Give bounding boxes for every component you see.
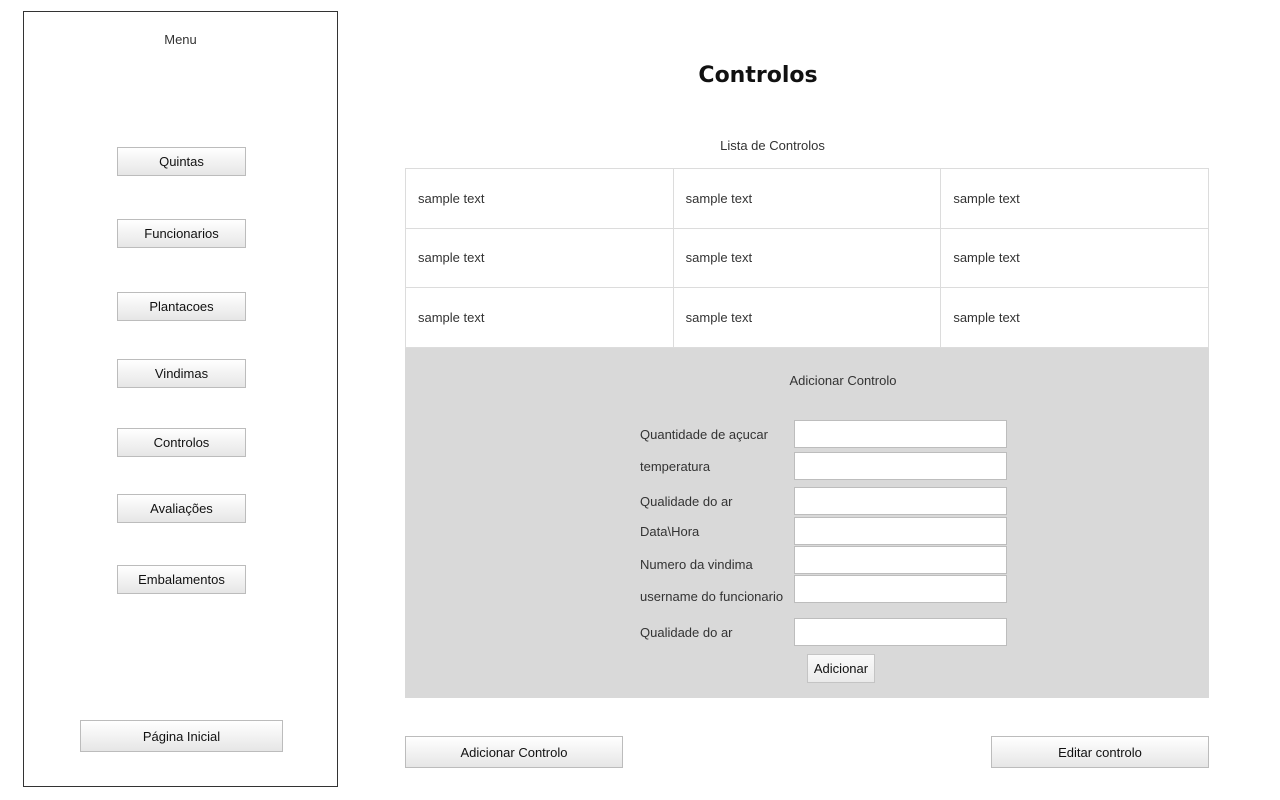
employee-username-field[interactable] (794, 575, 1007, 603)
table-row[interactable]: sample text sample text sample text (405, 287, 1209, 348)
table-row[interactable]: sample text sample text sample text (405, 227, 1209, 289)
table-cell: sample text (672, 227, 942, 289)
home-button[interactable]: Página Inicial (80, 720, 283, 752)
table-cell: sample text (940, 227, 1209, 289)
add-submit-button[interactable]: Adicionar (807, 654, 875, 683)
table-cell: sample text (405, 227, 674, 289)
employee-username-label: username do funcionario (640, 589, 784, 604)
edit-control-button[interactable]: Editar controlo (991, 736, 1209, 768)
harvest-number-label: Numero da vindima (640, 557, 753, 572)
temperature-label: temperatura (640, 459, 711, 474)
sidebar-item-quintas[interactable]: Quintas (117, 147, 246, 176)
controls-table: sample text sample text sample text samp… (405, 168, 1209, 348)
datetime-field[interactable] (794, 517, 1007, 545)
sugar-quantity-field[interactable] (794, 420, 1007, 448)
sidebar-item-plantacoes[interactable]: Plantacoes (117, 292, 246, 321)
sidebar-item-funcionarios[interactable]: Funcionarios (117, 219, 246, 248)
form-title: Adicionar Controlo (789, 373, 897, 388)
sidebar-item-controlos[interactable]: Controlos (117, 428, 246, 457)
table-cell: sample text (672, 287, 942, 348)
air-quality-field[interactable] (794, 487, 1007, 515)
sidebar-item-avaliacoes[interactable]: Avaliações (117, 494, 246, 523)
table-cell: sample text (940, 287, 1209, 348)
harvest-number-field[interactable] (794, 546, 1007, 574)
sidebar-item-vindimas[interactable]: Vindimas (117, 359, 246, 388)
temperature-field[interactable] (794, 452, 1007, 480)
datetime-label: Data\Hora (640, 524, 700, 539)
table-cell: sample text (672, 168, 942, 229)
app-window: Menu Quintas Funcionarios Plantacoes Vin… (0, 0, 1280, 800)
list-caption: Lista de Controlos (720, 138, 825, 153)
table-cell: sample text (405, 287, 674, 348)
add-control-form: Adicionar Controlo Quantidade de açucar … (405, 348, 1209, 698)
sidebar: Menu Quintas Funcionarios Plantacoes Vin… (23, 11, 338, 787)
sidebar-item-embalamentos[interactable]: Embalamentos (117, 565, 246, 594)
air-quality-label-2: Qualidade do ar (640, 625, 733, 640)
page-title: Controlos (698, 63, 818, 88)
table-row[interactable]: sample text sample text sample text (405, 168, 1209, 229)
add-control-button[interactable]: Adicionar Controlo (405, 736, 623, 768)
sugar-quantity-label: Quantidade de açucar (640, 427, 768, 442)
table-cell: sample text (405, 168, 674, 229)
air-quality-field-2[interactable] (794, 618, 1007, 646)
table-cell: sample text (940, 168, 1209, 229)
sidebar-title: Menu (164, 32, 197, 47)
air-quality-label: Qualidade do ar (640, 494, 733, 509)
